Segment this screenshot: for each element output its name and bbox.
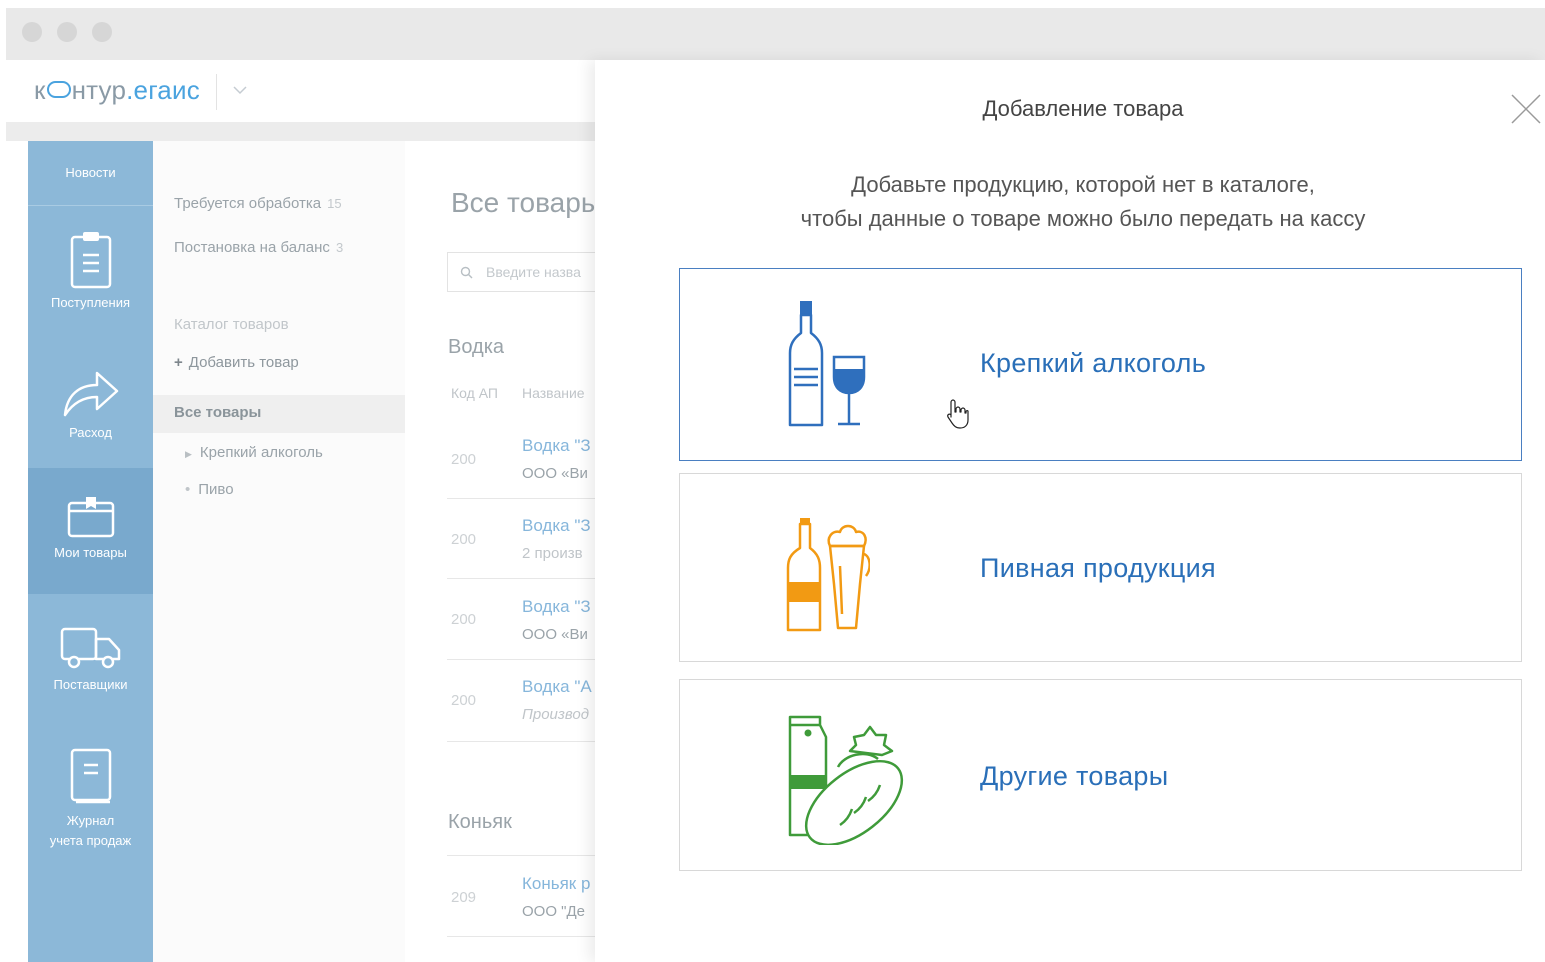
row-name-link[interactable]: Водка "З	[522, 597, 591, 617]
row-code: 209	[451, 889, 477, 906]
nav-suppliers[interactable]: Поставщики	[28, 625, 153, 692]
col-code-header: Код АП	[451, 385, 498, 401]
share-arrow-icon	[63, 371, 118, 417]
group-cognac: Коньяк	[448, 811, 512, 833]
card-label: Пивная продукция	[980, 553, 1216, 583]
sub-all-items[interactable]: Все товары	[174, 404, 261, 421]
truck-icon	[60, 627, 120, 669]
needs-processing-count: 15	[327, 196, 342, 211]
row-producer: ООО «Ви	[522, 626, 588, 643]
row-code: 200	[451, 451, 477, 468]
bullet-icon: •	[185, 481, 191, 498]
journal-book-icon	[70, 748, 111, 804]
close-icon[interactable]	[1507, 90, 1545, 128]
hand-cursor-icon	[947, 399, 969, 429]
sub-balance[interactable]: Постановка на баланс 3	[174, 239, 343, 256]
row-divider	[447, 741, 605, 742]
goods-list: Все товары Введите назва Водка Код АП На…	[405, 141, 605, 962]
row-divider	[447, 498, 605, 499]
page-title: Все товары	[451, 187, 601, 218]
window-close-dot[interactable]	[22, 22, 42, 42]
group-vodka: Водка	[448, 336, 505, 358]
header-separator	[216, 74, 217, 110]
row-producer: ООО «Ви	[522, 465, 588, 482]
search-icon	[460, 266, 473, 279]
row-divider	[447, 936, 605, 937]
search-placeholder: Введите назва	[486, 264, 581, 280]
beer-bottle-glass-icon	[786, 518, 870, 632]
plus-icon: +	[174, 354, 183, 371]
panel-title: Добавление товара	[982, 96, 1184, 121]
nav-my-goods-label: Мои товары	[54, 545, 127, 560]
logo-ring-icon	[46, 81, 71, 98]
row-divider	[447, 659, 605, 660]
row-producer: ООО "Де	[522, 903, 585, 920]
row-name-link[interactable]: Водка "З	[522, 516, 591, 536]
nav-my-goods[interactable]: Мои товары	[28, 468, 153, 594]
row-divider	[447, 855, 605, 856]
col-name-header: Название	[522, 385, 585, 401]
balance-count: 3	[335, 240, 344, 255]
chevron-down-icon[interactable]	[230, 80, 250, 100]
clipboard-icon	[70, 232, 111, 289]
row-code: 200	[451, 611, 477, 628]
sub-needs-processing[interactable]: Требуется обработка 15	[174, 195, 342, 212]
window-maximize-dot[interactable]	[92, 22, 112, 42]
nav-expense-label: Расход	[69, 425, 112, 440]
add-item-panel: Добавление товара Добавьте продукцию, ко…	[595, 60, 1545, 962]
caret-right-icon: ▶	[185, 449, 192, 459]
left-navigation: Новости Поступления Расход Мои товары По…	[28, 141, 153, 962]
nav-journal-label-1: Журнал	[66, 813, 115, 828]
card-label: Крепкий алкоголь	[980, 348, 1207, 378]
nav-receipts-label: Поступления	[50, 295, 130, 310]
milk-bread-icon	[788, 715, 904, 845]
row-code: 200	[451, 531, 477, 548]
window-minimize-dot[interactable]	[57, 22, 77, 42]
card-strong-alcohol[interactable]: Крепкий алкоголь	[679, 268, 1522, 461]
sub-catalog-heading: Каталог товаров	[174, 316, 289, 333]
box-icon	[67, 497, 114, 538]
nav-receipts[interactable]: Поступления	[28, 229, 153, 310]
card-label: Другие товары	[980, 761, 1169, 791]
row-name-link[interactable]: Коньяк р	[522, 874, 590, 894]
panel-subtitle: Добавьте продукцию, которой нет в катало…	[800, 172, 1366, 231]
search-input[interactable]: Введите назва	[447, 252, 605, 292]
window-titlebar	[6, 8, 1545, 60]
nav-suppliers-label: Поставщики	[53, 677, 128, 692]
sub-strong-alcohol[interactable]: ▶ Крепкий алкоголь	[185, 444, 323, 461]
card-other-goods[interactable]: Другие товары	[679, 679, 1522, 871]
sub-add-item[interactable]: + Добавить товар	[174, 354, 299, 371]
sub-beer[interactable]: • Пиво	[185, 481, 234, 498]
app-logo[interactable]: к нтур.егаис	[34, 75, 200, 106]
nav-journal-label-2: учета продаж	[49, 833, 132, 848]
row-producer: 2 произв	[522, 545, 583, 562]
nav-sales-journal[interactable]: Журнал учета продаж	[28, 747, 153, 851]
row-divider	[447, 578, 605, 579]
nav-expense[interactable]: Расход	[28, 363, 153, 440]
sub-navigation: Требуется обработка 15 Постановка на бала…	[153, 141, 405, 962]
row-name-link[interactable]: Водка "З	[522, 436, 591, 456]
nav-news[interactable]: Новости	[28, 141, 153, 206]
row-name-link[interactable]: Водка "А	[522, 677, 592, 697]
row-producer: Производ	[522, 706, 590, 723]
bottle-glass-icon	[788, 301, 866, 427]
card-beer[interactable]: Пивная продукция	[679, 473, 1522, 662]
row-code: 200	[451, 692, 477, 709]
